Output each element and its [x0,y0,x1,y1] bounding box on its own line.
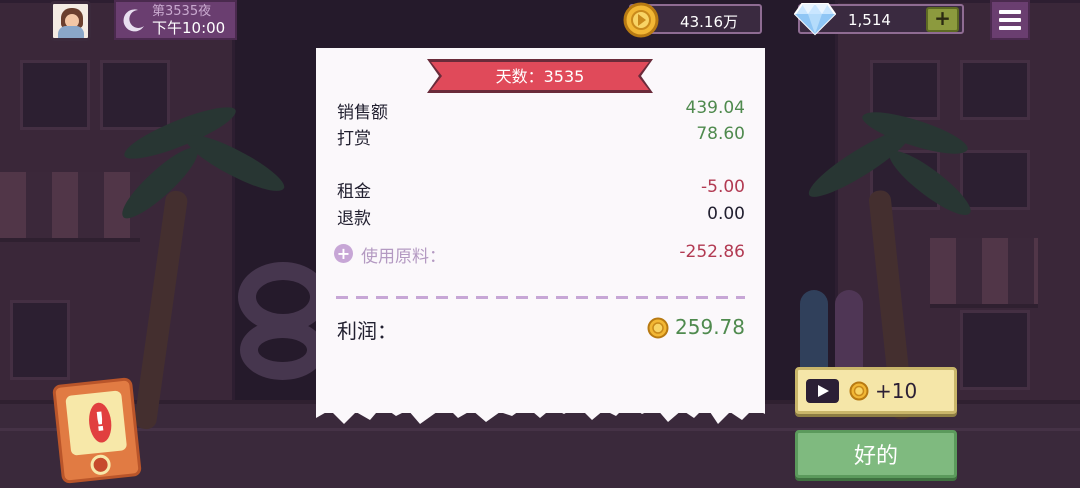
tips-value: 78.60 [696,124,745,144]
menu-button[interactable] [990,0,1030,40]
rent-value: -5.00 [701,177,745,197]
receipt-torn-edge [316,400,765,424]
notification-dot-icon [89,453,112,476]
refund-value: 0.00 [707,204,745,224]
profit-label: 利润： [337,319,397,343]
profit-value: 259.78 [675,315,745,339]
sales-label: 销售额 [337,103,388,123]
gem-amount: 1,514 [848,11,891,29]
watch-ad-button[interactable]: +10 [795,367,957,414]
add-gems-button[interactable]: + [926,7,959,32]
materials-row[interactable]: + 使用原料： -252.86 [334,241,745,267]
coin-icon [647,317,669,339]
clock-time: 下午10:00 [152,19,226,37]
diamond-icon [794,3,836,36]
ok-button[interactable]: 好的 [795,430,957,478]
coin-balance[interactable]: 43.16万 [623,2,762,38]
materials-label: 使用原料： [361,247,446,267]
night-counter: 第3535夜 下午10:00 [114,0,237,40]
exclamation-icon: ! [87,401,114,444]
materials-value: -252.86 [679,242,745,262]
night-number: 第3535夜 [152,4,212,19]
coin-icon [623,2,659,38]
rent-label: 租金 [337,182,371,202]
refund-row: 退款 0.00 [337,204,745,229]
coin-amount: 43.16万 [680,13,738,31]
tips-row: 打赏 78.60 [337,124,745,149]
play-video-icon [806,379,839,403]
menu-icon-bar [999,18,1021,22]
sales-row: 销售额 439.04 [337,98,745,123]
menu-icon-bar [999,26,1021,30]
coin-icon [849,381,869,401]
rent-row: 租金 -5.00 [337,177,745,202]
player-avatar[interactable] [50,1,91,41]
alert-notification-button[interactable]: ! [52,377,142,484]
ad-reward-label: +10 [875,379,918,403]
refund-label: 退款 [337,209,371,229]
moon-icon [116,2,152,38]
sales-value: 439.04 [685,98,745,118]
gem-balance[interactable]: 1,514 + [794,3,964,36]
menu-icon-bar [999,10,1021,14]
tips-label: 打赏 [337,129,371,149]
expand-plus-icon[interactable]: + [334,244,353,263]
dashed-divider [336,296,745,299]
day-banner-label: 天数：3535 [495,67,585,86]
